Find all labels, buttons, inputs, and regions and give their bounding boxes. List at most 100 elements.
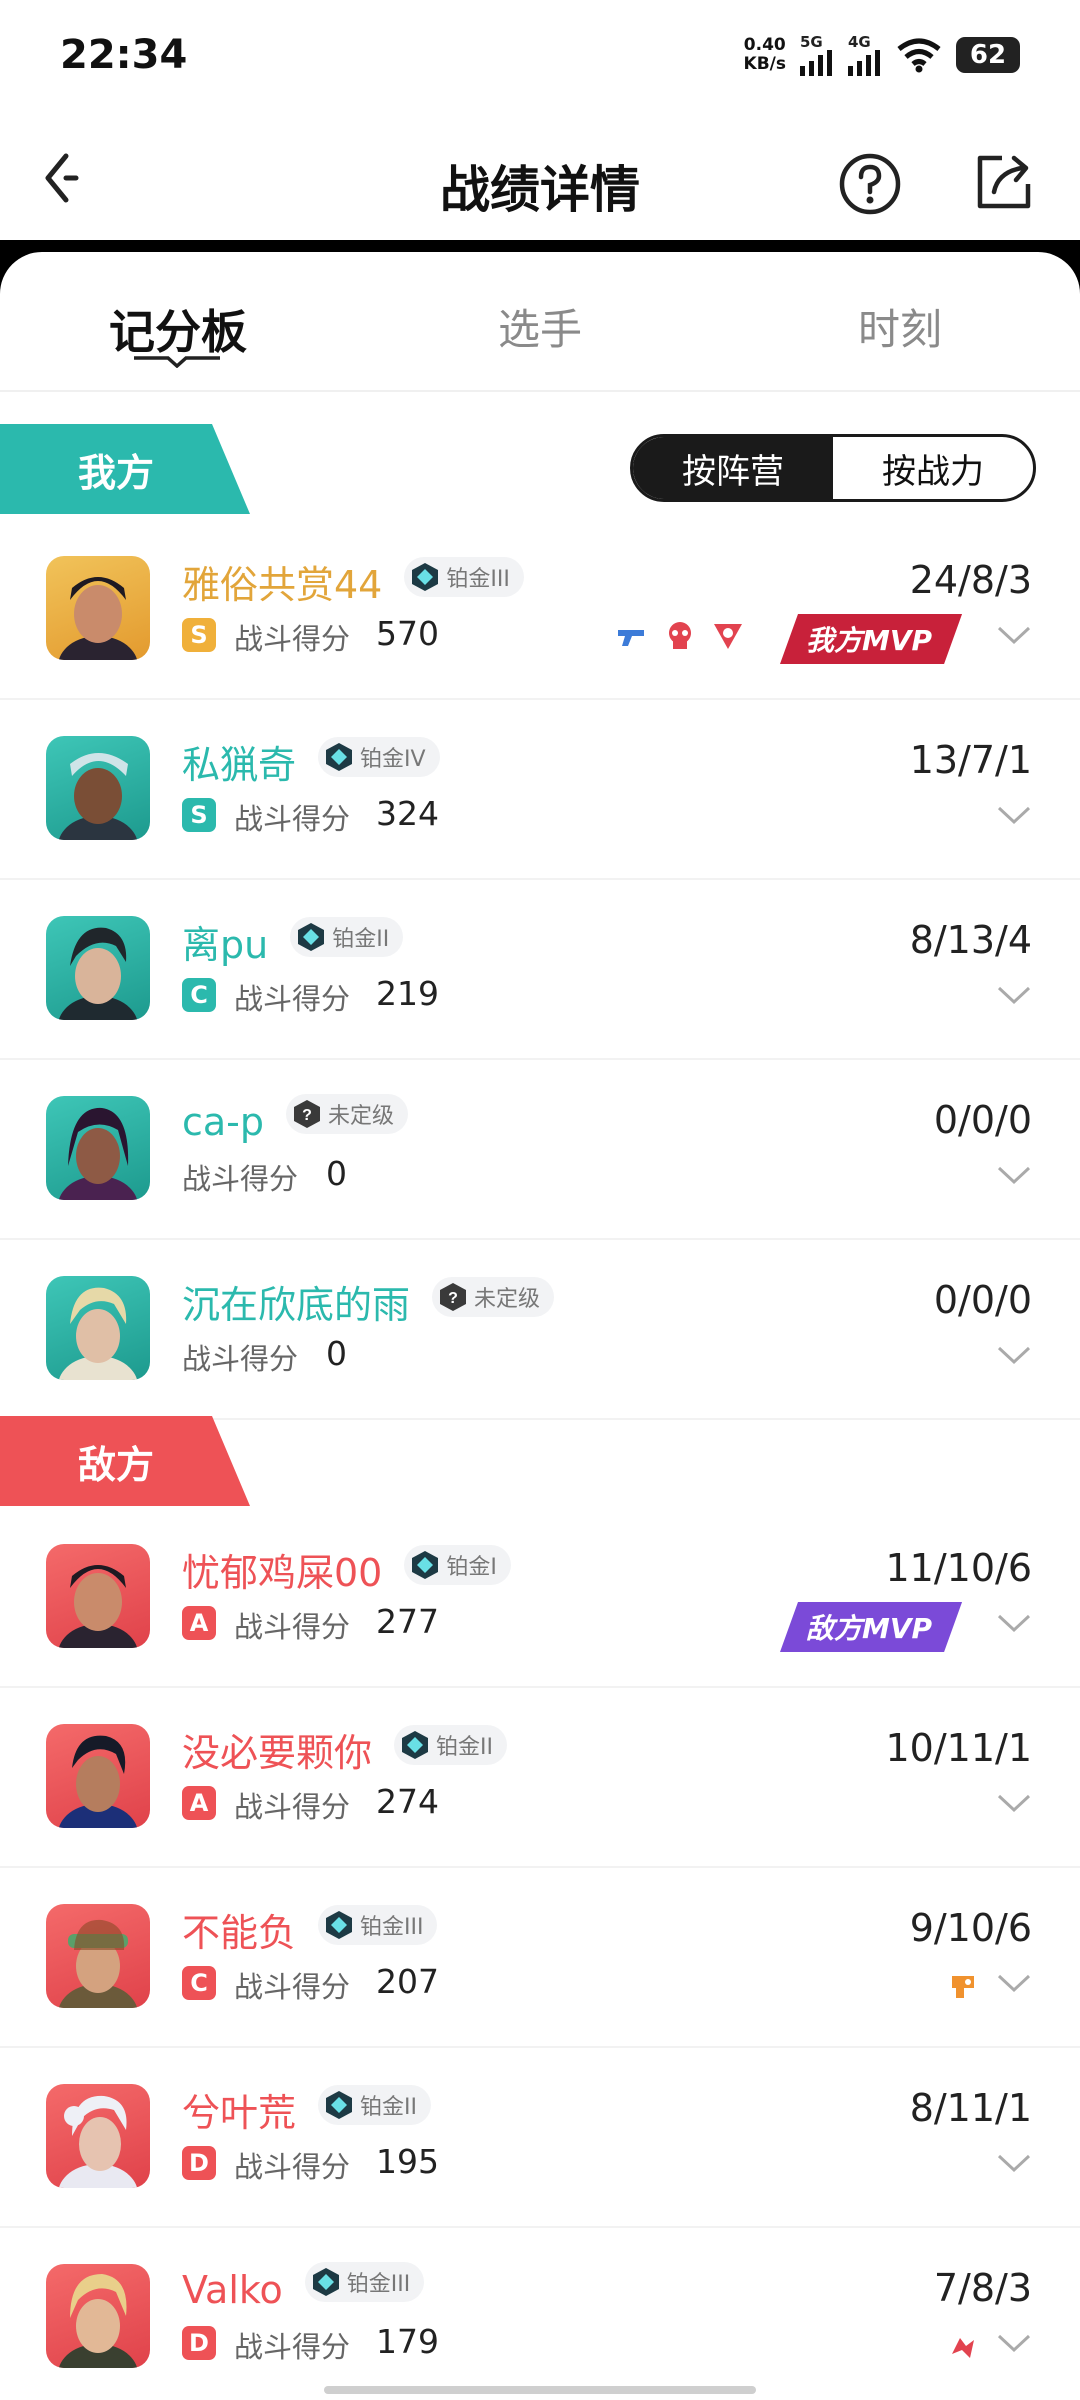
sort-by-power-button[interactable]: 按战力 — [833, 437, 1033, 499]
signal-5g: 5G — [800, 34, 834, 76]
chevron-down-icon[interactable] — [996, 2152, 1032, 2174]
rank-badge: ? 未定级 — [432, 1277, 555, 1317]
score-label: 战斗得分 — [234, 2330, 351, 2364]
player-name: 没必要颗你 — [182, 1731, 373, 1775]
score-value: 219 — [376, 974, 439, 1013]
nav-bar: 战绩详情 — [0, 120, 1080, 240]
score-value: 179 — [376, 2322, 439, 2361]
rank-gem-icon — [412, 563, 439, 591]
player-row[interactable]: 私猟奇 铂金IV S 战斗得分 324 13/7/1 — [0, 700, 1080, 880]
player-name: Valko — [182, 2268, 283, 2312]
kda: 8/13/4 — [909, 918, 1032, 962]
network-speed: 0.40 KB/s — [743, 35, 786, 74]
rank-gem-icon — [326, 1911, 353, 1939]
player-avatar — [46, 1276, 150, 1380]
player-name-line: 没必要颗你 铂金II — [182, 1722, 507, 1777]
player-row[interactable]: Valko 铂金III D 战斗得分 179 7/8/3 — [0, 2228, 1080, 2400]
kda: 13/7/1 — [909, 738, 1032, 782]
player-name: 沉在欣底的雨 — [182, 1283, 411, 1327]
chevron-down-icon[interactable] — [996, 1972, 1032, 1994]
player-row[interactable]: 不能负 铂金III C 战斗得分 207 9/10/6 — [0, 1868, 1080, 2048]
home-indicator[interactable] — [324, 2386, 756, 2394]
chevron-down-icon[interactable] — [996, 804, 1032, 826]
unranked-icon: ? — [440, 1283, 467, 1311]
signal-bars-icon — [800, 50, 832, 76]
kda: 11/10/6 — [885, 1546, 1033, 1590]
player-row[interactable]: 沉在欣底的雨 ? 未定级 战斗得分 0 0/0/0 — [0, 1240, 1080, 1420]
score-label: 战斗得分 — [234, 802, 351, 836]
player-name-line: 私猟奇 铂金IV — [182, 734, 440, 789]
rank-badge: 铂金III — [404, 557, 524, 597]
tab-bar: 记分板 选手 时刻 — [0, 252, 1080, 392]
share-icon[interactable] — [972, 150, 1036, 214]
player-row[interactable]: 没必要颗你 铂金II A 战斗得分 274 10/11/1 — [0, 1688, 1080, 1868]
player-avatar — [46, 916, 150, 1020]
scoreboard-card: 记分板 选手 时刻 我方 按阵营 按战力 雅俗共赏44 铂金III S 战斗得分 … — [0, 252, 1080, 2400]
rank-gem-icon — [298, 923, 325, 951]
rank-badge: 铂金I — [404, 1545, 511, 1585]
tab-scoreboard[interactable]: 记分板 — [68, 296, 288, 362]
rank-gem-icon — [326, 743, 353, 771]
player-name-line: 沉在欣底的雨 ? 未定级 — [182, 1274, 555, 1329]
tab-active-indicator — [134, 356, 220, 368]
score-value: 570 — [376, 614, 439, 653]
chevron-down-icon[interactable] — [996, 1612, 1032, 1634]
rank-badge: 铂金II — [290, 917, 404, 957]
player-name-line: Valko 铂金III — [182, 2262, 425, 2312]
score-value: 0 — [326, 1154, 347, 1193]
mvp-badge: 我方MVP — [780, 614, 962, 664]
tab-moments[interactable]: 时刻 — [790, 296, 1010, 357]
player-name: 雅俗共赏44 — [182, 563, 383, 607]
grade-badge: D — [182, 2326, 216, 2360]
grade-badge: S — [182, 798, 216, 832]
score-value: 274 — [376, 1782, 439, 1821]
triangle-icon — [714, 624, 742, 649]
player-name-line: ca-p ? 未定级 — [182, 1094, 409, 1144]
player-avatar — [46, 1096, 150, 1200]
chevron-down-icon[interactable] — [996, 2332, 1032, 2354]
signal-4g: 4G — [848, 34, 882, 76]
sort-by-camp-button[interactable]: 按阵营 — [633, 437, 833, 499]
kda: 10/11/1 — [885, 1726, 1033, 1770]
orange-medal-icon — [952, 1976, 974, 1998]
mvp-badge: 敌方MVP — [780, 1602, 962, 1652]
player-avatar — [46, 556, 150, 660]
score-label: 战斗得分 — [234, 1610, 351, 1644]
grade-badge: C — [182, 1966, 216, 2000]
top-area: 22:34 0.40 KB/s 5G 4G 62 战绩详情 — [0, 0, 1080, 240]
page-title: 战绩详情 — [440, 161, 640, 219]
player-name: 忧郁鸡屎00 — [182, 1551, 383, 1595]
score-value: 0 — [326, 1334, 347, 1373]
player-name-line: 兮叶荒 铂金II — [182, 2082, 431, 2137]
skull-icon — [669, 622, 691, 649]
chevron-down-icon[interactable] — [996, 1164, 1032, 1186]
status-indicators: 0.40 KB/s 5G 4G 62 — [744, 34, 1020, 76]
chevron-down-icon[interactable] — [996, 1344, 1032, 1366]
player-name: 离pu — [182, 923, 269, 967]
player-row[interactable]: 离pu 铂金II C 战斗得分 219 8/13/4 — [0, 880, 1080, 1060]
team-enemy-banner: 敌方 — [0, 1416, 250, 1506]
score-value: 324 — [376, 794, 439, 833]
battery-indicator: 62 — [956, 37, 1020, 73]
score-label: 战斗得分 — [234, 1790, 351, 1824]
chevron-down-icon[interactable] — [996, 984, 1032, 1006]
chevron-down-icon[interactable] — [996, 1792, 1032, 1814]
rank-badge: 铂金II — [318, 2085, 431, 2125]
player-row[interactable]: 兮叶荒 铂金II D 战斗得分 195 8/11/1 — [0, 2048, 1080, 2228]
status-time: 22:34 — [60, 32, 188, 78]
rank-badge: 铂金IV — [318, 737, 440, 777]
player-avatar — [46, 1904, 150, 2008]
help-icon[interactable] — [838, 152, 902, 216]
kda: 9/10/6 — [909, 1906, 1032, 1950]
player-row[interactable]: 忧郁鸡屎00 铂金I A 战斗得分 277 11/10/6 敌方MVP — [0, 1508, 1080, 1688]
tab-players[interactable]: 选手 — [430, 296, 650, 357]
player-name: 兮叶荒 — [182, 2091, 297, 2135]
rank-gem-icon — [402, 1731, 429, 1759]
chevron-down-icon[interactable] — [996, 624, 1032, 646]
kda: 24/8/3 — [909, 558, 1032, 602]
player-row[interactable]: 雅俗共赏44 铂金III S 战斗得分 570 24/8/3 我方MVP — [0, 520, 1080, 700]
player-row[interactable]: ca-p ? 未定级 战斗得分 0 0/0/0 — [0, 1060, 1080, 1240]
kda: 0/0/0 — [933, 1098, 1032, 1142]
score-value: 277 — [376, 1602, 439, 1641]
grade-badge: D — [182, 2146, 216, 2180]
